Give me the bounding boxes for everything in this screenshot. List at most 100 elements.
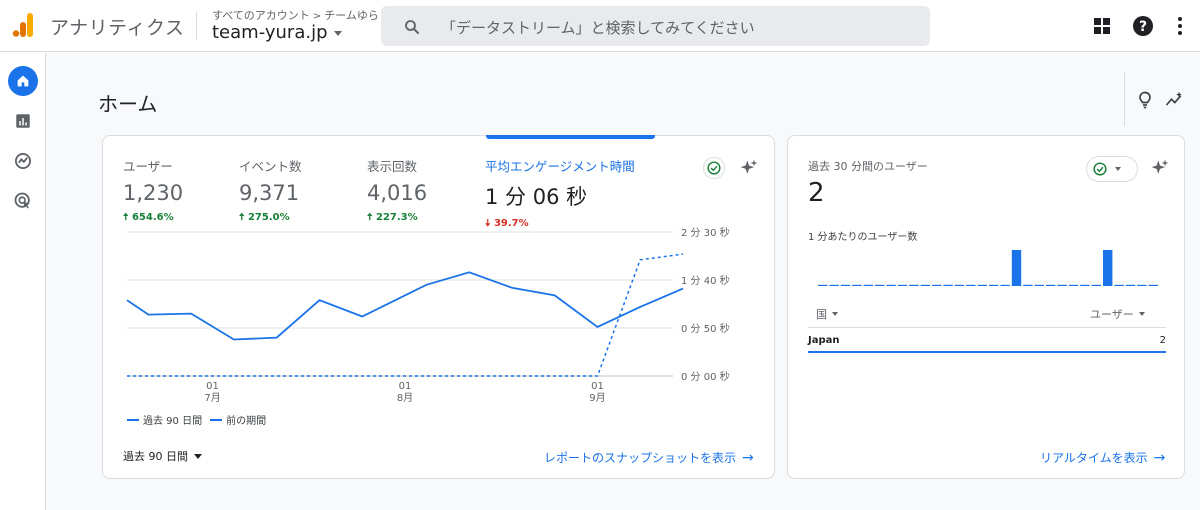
minute-bar <box>954 284 965 286</box>
minute-bar <box>989 284 999 286</box>
breadcrumb[interactable]: すべてのアカウント > チームゆら <box>212 7 379 23</box>
series-line-previous <box>127 253 684 377</box>
metric-views[interactable]: 表示回数 4,016 🠅 227.3% <box>367 156 427 227</box>
minute-bar <box>909 284 919 286</box>
minute-bar <box>886 284 896 286</box>
minute-bar <box>1057 284 1067 286</box>
minute-bar <box>1011 250 1022 286</box>
metric-value: 4,016 <box>367 181 428 205</box>
active-metric-indicator <box>486 135 655 139</box>
nav-advertising[interactable] <box>8 186 38 216</box>
y-tick-label: 0 分 00 秒 <box>681 370 730 383</box>
x-tick-day: 01 <box>399 381 412 392</box>
x-tick-day: 01 <box>591 381 604 392</box>
arrow-up-icon: 🠅 <box>123 212 129 223</box>
page-title: ホーム <box>98 92 158 116</box>
minute-bar <box>1034 284 1044 286</box>
sparkle-icon[interactable] <box>1150 158 1170 178</box>
apps-icon[interactable] <box>1090 14 1114 38</box>
x-tick-day: 01 <box>206 381 219 392</box>
arrow-up-icon: 🠅 <box>367 212 373 223</box>
minute-bar <box>1080 284 1090 286</box>
breadcrumb-chevron-icon: > <box>312 11 322 22</box>
view-snapshot-link[interactable]: レポートのスナップショットを表示 → <box>544 449 754 466</box>
column-country[interactable]: 国 <box>816 306 838 322</box>
minute-bar <box>1000 284 1010 286</box>
sparkle-icon[interactable] <box>739 158 759 178</box>
column-country-label: 国 <box>816 308 827 321</box>
realtime-title: 過去 30 分間のユーザー <box>808 160 928 173</box>
minute-bar <box>932 284 942 286</box>
x-tick-month: 8月 <box>397 392 413 404</box>
series-line-current <box>126 271 684 341</box>
metric-users[interactable]: ユーザー 1,230 🠅 654.6% <box>123 156 183 227</box>
more-vert-icon[interactable] <box>1168 14 1192 38</box>
view-realtime-link[interactable]: リアルタイムを表示 → <box>1040 449 1165 466</box>
metric-change-value: 227.3% <box>375 212 418 223</box>
y-tick-label: 0 分 50 秒 <box>681 322 730 335</box>
search-icon <box>405 20 419 34</box>
property-selector[interactable]: team-yura.jp <box>212 22 342 43</box>
y-tick-label: 1 分 40 秒 <box>681 274 730 287</box>
minute-bar <box>977 284 987 286</box>
chart-legend: 過去 90 日間 前の期間 <box>127 412 266 427</box>
country-name: Japan <box>808 335 840 346</box>
minute-bar <box>818 284 828 286</box>
chevron-down-icon <box>333 31 342 36</box>
table-row: Japan 2 <box>808 335 1166 346</box>
nav-home[interactable] <box>8 66 38 96</box>
help-icon[interactable]: ? <box>1131 14 1155 38</box>
minute-bar <box>943 284 953 286</box>
breadcrumb-root: すべてのアカウント <box>212 9 310 22</box>
metric-label: 平均エンゲージメント時間 <box>485 159 635 174</box>
minute-bar <box>1023 284 1033 286</box>
home-icon <box>17 75 29 87</box>
svg-text:?: ? <box>1139 19 1147 35</box>
metric-engagement-time[interactable]: 平均エンゲージメント時間 1 分 06 秒 🠇 39.7% <box>485 156 635 233</box>
view-realtime-label: リアルタイムを表示 <box>1040 451 1148 465</box>
metric-change-value: 654.6% <box>131 212 174 223</box>
check-circle-icon <box>707 161 721 175</box>
date-range-label: 過去 90 日間 <box>123 450 188 463</box>
realtime-status-dropdown[interactable] <box>1086 156 1138 182</box>
chevron-down-icon <box>194 453 202 459</box>
overview-card: ユーザー 1,230 🠅 654.6% イベント数 9,371 🠅 275.0%… <box>102 135 775 479</box>
country-users: 2 <box>1159 335 1166 346</box>
minute-bar <box>1137 284 1147 286</box>
minute-bar <box>966 284 976 286</box>
breadcrumb-account: チームゆら <box>324 9 379 22</box>
nav-explore[interactable] <box>8 146 38 176</box>
left-nav <box>0 53 46 510</box>
reports-icon <box>16 114 30 128</box>
minute-bar <box>829 284 839 286</box>
divider <box>196 12 197 40</box>
nav-reports[interactable] <box>8 106 38 136</box>
search-input[interactable]: 「データストリーム」と検索してみてください <box>441 17 755 38</box>
minute-bar <box>1114 284 1124 286</box>
arrow-up-icon: 🠅 <box>239 212 245 223</box>
date-range-dropdown[interactable]: 過去 90 日間 <box>123 448 202 464</box>
lightbulb-icon[interactable] <box>1135 90 1155 110</box>
insights-trend-icon[interactable] <box>1164 90 1184 110</box>
app-title: アナリティクス <box>50 17 185 39</box>
legend-label-current: 過去 90 日間 <box>143 416 203 427</box>
data-quality-badge[interactable] <box>703 157 725 179</box>
minute-bar <box>875 284 885 286</box>
minute-bar <box>1068 284 1079 286</box>
analytics-logo-icon[interactable] <box>12 13 34 37</box>
legend-swatch-solid <box>127 418 139 421</box>
metric-label: イベント数 <box>239 159 302 174</box>
chevron-down-icon <box>832 312 838 316</box>
explore-icon <box>15 153 31 169</box>
engagement-line-chart: 2 分 30 秒1 分 40 秒0 分 50 秒0 分 00 秒017月018月… <box>126 226 730 404</box>
metric-events[interactable]: イベント数 9,371 🠅 275.0% <box>239 156 302 227</box>
minute-bar <box>1148 284 1158 286</box>
realtime-user-count: 2 <box>808 178 825 208</box>
view-snapshot-label: レポートのスナップショットを表示 <box>544 451 737 465</box>
search-bar[interactable]: 「データストリーム」と検索してみてください <box>381 6 930 46</box>
minute-bar <box>840 284 851 286</box>
metric-label: ユーザー <box>123 159 173 174</box>
metric-value: 1 分 06 秒 <box>485 185 588 209</box>
column-users[interactable]: ユーザー <box>1090 306 1145 322</box>
metric-change-value: 275.0% <box>247 212 290 223</box>
